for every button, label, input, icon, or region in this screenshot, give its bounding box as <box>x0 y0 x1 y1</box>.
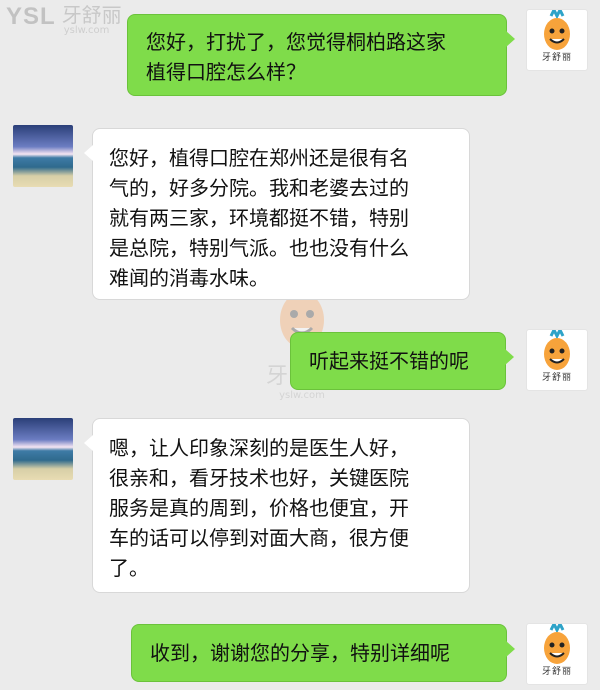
user-avatar[interactable] <box>13 125 73 187</box>
logo-mark: YSL <box>6 3 56 30</box>
message-text: 收到，谢谢您的分享，特别详细呢 <box>150 641 450 665</box>
dentist-avatar[interactable]: 牙舒丽 <box>527 624 587 684</box>
watermark-url: yslw.com <box>279 390 325 401</box>
chat-bubble-received[interactable]: 您好，植得口腔在郑州还是很有名 气的，好多分院。我和老婆去过的 就有两三家，环境… <box>84 128 470 300</box>
logo-url: yslw.com <box>63 25 110 36</box>
dentist-avatar[interactable]: 牙舒丽 <box>527 10 587 70</box>
avatar-caption: 牙舒丽 <box>541 667 572 677</box>
user-avatar[interactable] <box>13 418 73 480</box>
logo-text: 牙舒丽 yslw.com <box>62 4 122 36</box>
chat-bubble-sent[interactable]: 听起来挺不错的呢 <box>290 332 514 390</box>
chat-bubble-received[interactable]: 嗯，让人印象深刻的是医生人好， 很亲和，看牙技术也好，关键医院 服务是真的周到，… <box>84 418 470 593</box>
carrot-avatar-icon <box>544 330 570 370</box>
message-text: 听起来挺不错的呢 <box>309 349 469 373</box>
avatar-caption: 牙舒丽 <box>541 53 572 63</box>
chat-bubble-sent[interactable]: 您好，打扰了，您觉得桐柏路这家 植得口腔怎么样？ <box>127 14 515 96</box>
dentist-avatar[interactable]: 牙舒丽 <box>527 330 587 390</box>
carrot-avatar-icon <box>544 624 570 664</box>
brand-logo: YSL 牙舒丽 yslw.com <box>6 4 122 40</box>
message-text: 嗯，让人印象深刻的是医生人好， 很亲和，看牙技术也好，关键医院 服务是真的周到，… <box>109 436 409 580</box>
avatar-caption: 牙舒丽 <box>541 373 572 383</box>
message-text: 您好，植得口腔在郑州还是很有名 气的，好多分院。我和老婆去过的 就有两三家，环境… <box>109 146 409 290</box>
logo-cn-text: 牙舒丽 <box>61 3 122 27</box>
chat-bubble-sent[interactable]: 收到，谢谢您的分享，特别详细呢 <box>131 624 515 682</box>
carrot-avatar-icon <box>544 10 570 50</box>
message-text: 您好，打扰了，您觉得桐柏路这家 植得口腔怎么样？ <box>146 30 446 84</box>
